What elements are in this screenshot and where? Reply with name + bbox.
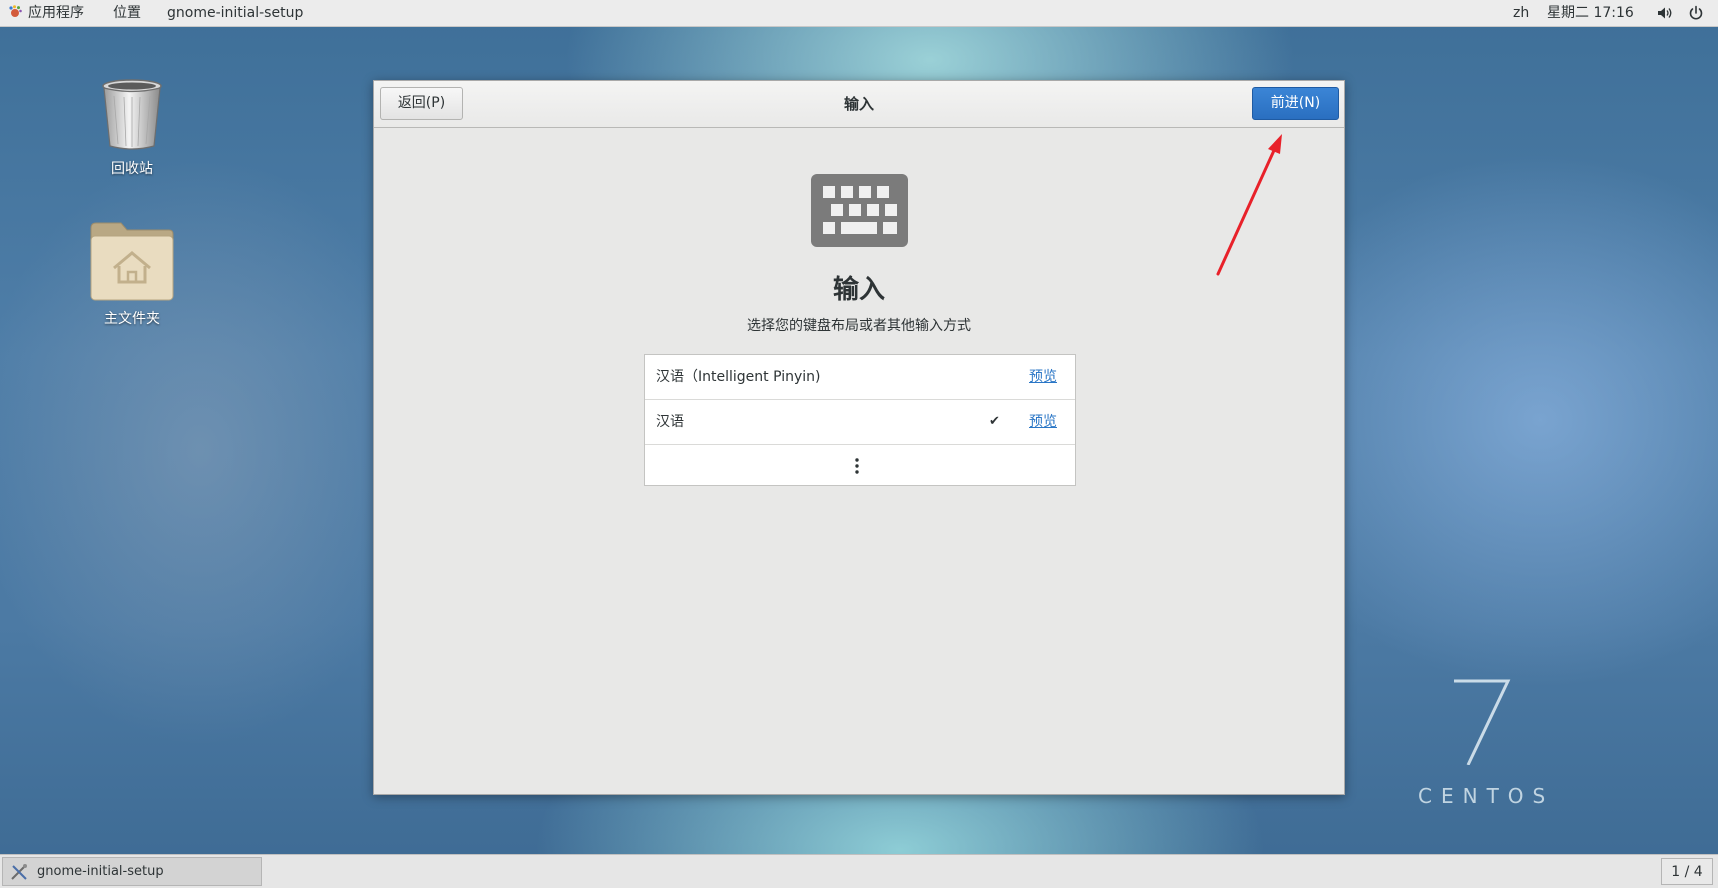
next-button[interactable]: 前进(N)	[1252, 87, 1339, 120]
bottom-bar: gnome-initial-setup 1 / 4	[0, 854, 1718, 888]
dialog-headerbar: 输入 返回(P) 前进(N)	[374, 81, 1344, 128]
applications-menu[interactable]: 应用程序	[8, 0, 84, 26]
back-button[interactable]: 返回(P)	[380, 87, 463, 120]
applications-menu-label: 应用程序	[28, 5, 84, 21]
taskbar-window-item[interactable]: gnome-initial-setup	[2, 857, 262, 886]
desktop-icon-label: 回收站	[111, 161, 153, 177]
volume-icon[interactable]	[1657, 6, 1673, 20]
desktop-icon-home[interactable]: 主文件夹	[77, 220, 187, 328]
gnome-foot-icon	[9, 5, 22, 17]
input-source-name: 汉语	[656, 414, 684, 430]
page-heading: 输入	[832, 275, 885, 305]
top-bar: 应用程序 位置 gnome-initial-setup zh 星期二 17:16	[0, 0, 1718, 27]
setup-dialog: 输入 返回(P) 前进(N) 输入 选择您的键盘布局或者其他输入方式 汉语（In…	[373, 80, 1345, 795]
input-source-list: 汉语（Intelligent Pinyin) 预览 汉语 ✔ 预览	[644, 354, 1076, 486]
keyboard-icon	[811, 174, 908, 247]
centos-watermark-seven	[1454, 679, 1511, 765]
preview-link[interactable]: 预览	[1029, 355, 1057, 399]
desktop-icon-label: 主文件夹	[104, 311, 160, 327]
centos-watermark-text: CENTOS	[1418, 784, 1555, 808]
checkmark-icon: ✔	[989, 414, 1000, 429]
home-folder-icon	[90, 222, 174, 301]
more-options-row[interactable]	[645, 445, 1075, 485]
dialog-title: 输入	[843, 95, 874, 113]
vertical-ellipsis-icon	[855, 458, 859, 474]
power-icon[interactable]	[1688, 5, 1704, 21]
clock[interactable]: 星期二 17:16	[1547, 0, 1634, 26]
trash-icon	[102, 79, 162, 150]
taskbar-window-label: gnome-initial-setup	[37, 864, 164, 879]
red-arrow	[1216, 134, 1282, 276]
places-menu[interactable]: 位置	[113, 0, 141, 26]
input-source-row[interactable]: 汉语（Intelligent Pinyin) 预览	[645, 355, 1075, 400]
input-source-row[interactable]: 汉语 ✔ 预览	[645, 400, 1075, 445]
desktop-icon-trash[interactable]: 回收站	[77, 78, 187, 178]
preview-link[interactable]: 预览	[1029, 400, 1057, 444]
workspace-indicator[interactable]: 1 / 4	[1661, 858, 1713, 885]
app-menu[interactable]: gnome-initial-setup	[167, 0, 303, 26]
setup-tools-icon	[11, 864, 27, 880]
language-indicator[interactable]: zh	[1513, 0, 1529, 26]
input-source-name: 汉语（Intelligent Pinyin)	[656, 369, 821, 385]
page-subtitle: 选择您的键盘布局或者其他输入方式	[747, 318, 971, 334]
